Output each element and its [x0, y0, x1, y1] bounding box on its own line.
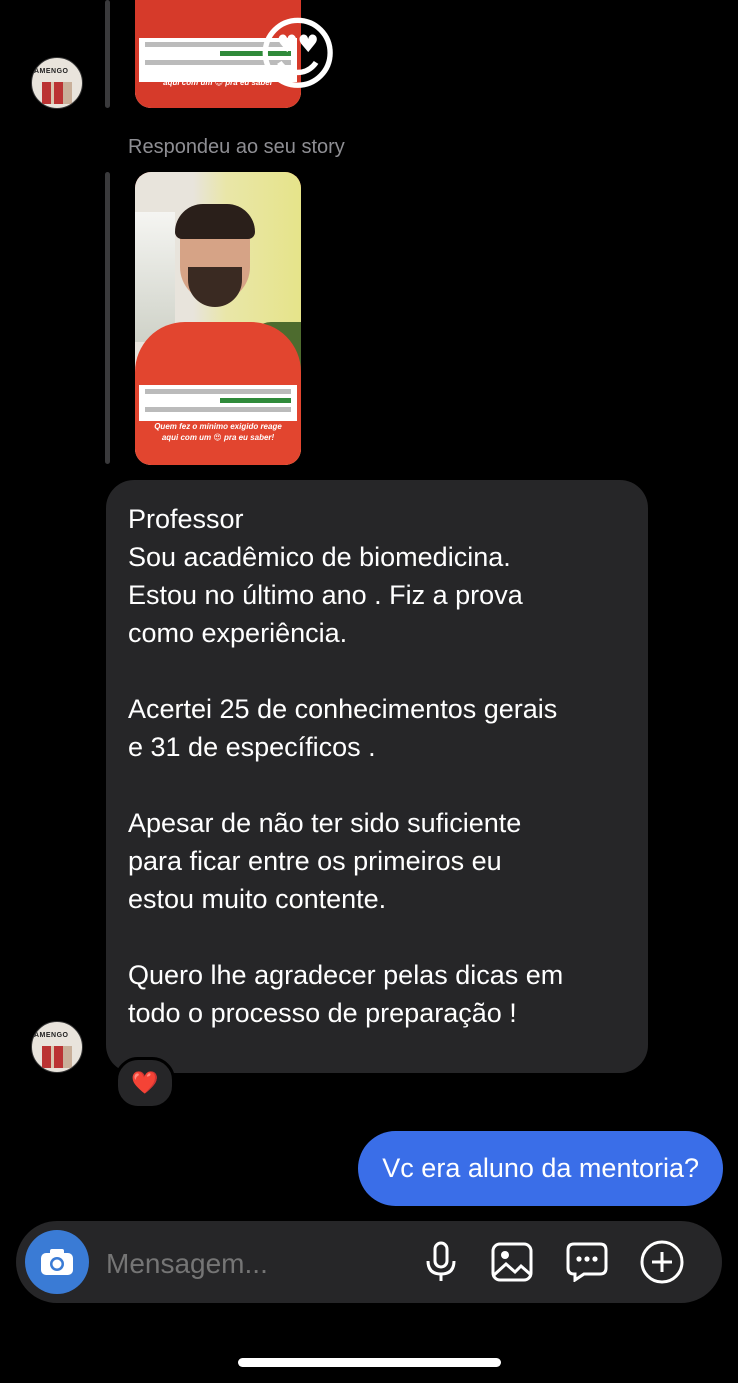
microphone-icon: [426, 1241, 456, 1281]
story-reply-label: Respondeu ao seu story: [128, 136, 345, 158]
story-caption: Quem fez o mínimo exigido reage aqui com…: [154, 422, 282, 442]
plus-circle-icon: [640, 1240, 684, 1284]
sender-avatar[interactable]: AMENGO: [31, 57, 83, 109]
heart-eyes-reaction-emoji: 😍: [256, 10, 340, 99]
sender-avatar[interactable]: AMENGO: [31, 1021, 83, 1073]
more-options-button[interactable]: [640, 1240, 684, 1284]
incoming-message-text: Professor Sou acadêmico de biomedicina. …: [128, 504, 564, 1028]
reply-indicator-bar: [105, 0, 110, 108]
camera-icon: [41, 1249, 73, 1275]
sticker-button[interactable]: [565, 1240, 609, 1284]
image-icon: [491, 1242, 533, 1282]
home-indicator[interactable]: [238, 1358, 501, 1367]
outgoing-message-bubble[interactable]: Vc era aluno da mentoria?: [358, 1131, 723, 1206]
microphone-button[interactable]: [419, 1240, 463, 1284]
avatar-logo-text: AMENGO: [34, 68, 69, 75]
avatar-image: [42, 82, 72, 104]
heart-reaction[interactable]: ❤️: [115, 1057, 175, 1109]
outgoing-message-text: Vc era aluno da mentoria?: [382, 1153, 699, 1183]
reply-indicator-bar: [105, 172, 110, 464]
gallery-button[interactable]: [490, 1240, 534, 1284]
message-input[interactable]: [106, 1246, 396, 1282]
story-thumbnail[interactable]: Quem fez o mínimo exigido reage aqui com…: [135, 172, 301, 465]
chat-bubble-icon: [566, 1242, 608, 1282]
camera-button[interactable]: [25, 1230, 89, 1294]
heart-icon: ❤️: [131, 1070, 159, 1095]
